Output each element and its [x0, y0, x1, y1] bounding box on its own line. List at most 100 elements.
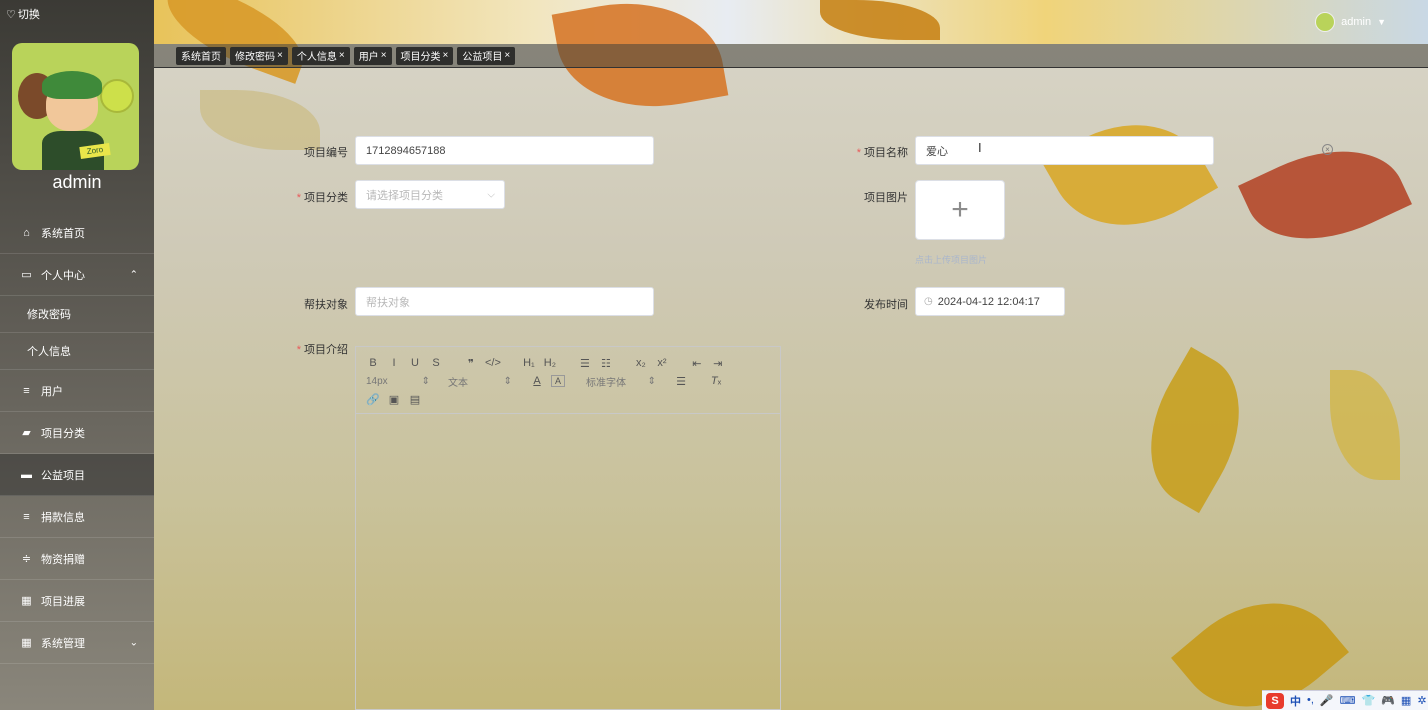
ime-tool-icon[interactable]: 🎮: [1381, 694, 1395, 707]
intro-label: 项目介绍: [268, 341, 348, 357]
font-size-select[interactable]: 14px ⇕: [366, 376, 430, 387]
text-cursor-icon: I: [978, 140, 982, 155]
list-icon: ≡: [23, 384, 30, 397]
editor-tool-icon[interactable]: ▤: [408, 393, 422, 406]
clock-icon: ◷: [924, 296, 933, 307]
category-placeholder: 请选择项目分类: [366, 189, 443, 202]
target-placeholder: 帮扶对象: [366, 296, 410, 309]
tab-1[interactable]: 修改密码 ×: [230, 46, 288, 65]
background-color-icon[interactable]: A: [551, 375, 565, 387]
tab-label: 项目分类: [400, 52, 441, 63]
sidebar-item-label: 修改密码: [27, 309, 71, 321]
list-icon: ≡: [23, 510, 30, 523]
editor-tool-icon[interactable]: ▣: [387, 393, 401, 406]
editor-tool-icon[interactable]: I: [387, 357, 401, 369]
sidebar-item-5[interactable]: ▰ 项目分类: [0, 412, 154, 454]
tab-0[interactable]: 系统首页: [176, 46, 226, 65]
tab-label: 系统首页: [181, 52, 221, 63]
header: admin ▼: [154, 0, 1428, 44]
ime-toolbar: S 中 •, 🎤 ⌨ 👕 🎮 ▦ ✲: [1262, 690, 1428, 710]
editor-tool-icon[interactable]: ❞: [464, 357, 478, 370]
upload-tip: 点击上传项目图片: [915, 255, 988, 265]
close-icon[interactable]: ×: [277, 50, 283, 61]
ime-tool-icon[interactable]: ✲: [1417, 694, 1426, 707]
project-no-value: 1712894657188: [366, 144, 446, 157]
editor-content[interactable]: [356, 414, 780, 710]
home-icon: ⌂: [23, 226, 30, 239]
close-icon[interactable]: ×: [504, 50, 510, 61]
sidebar-item-8[interactable]: ≑ 物资捐赠: [0, 538, 154, 580]
sidebar-item-3[interactable]: 个人信息: [0, 333, 154, 370]
tab-4[interactable]: 项目分类 ×: [395, 46, 454, 65]
image-upload-button[interactable]: +: [915, 180, 1005, 240]
close-icon[interactable]: ×: [381, 50, 387, 61]
tab-label: 个人信息: [296, 52, 337, 63]
ime-tool-icon[interactable]: •,: [1307, 694, 1314, 707]
sidebar-item-10[interactable]: ▦ 系统管理 ⌄: [0, 622, 154, 664]
editor-tool-icon[interactable]: H₂: [543, 357, 557, 369]
editor-tool-icon[interactable]: </>: [485, 357, 501, 369]
ime-tool-icon[interactable]: ⌨: [1340, 694, 1356, 707]
grid-icon: ▦: [21, 595, 32, 607]
editor-tool-icon[interactable]: x²: [655, 357, 669, 369]
ime-lang[interactable]: 中: [1290, 693, 1301, 709]
target-input[interactable]: 帮扶对象: [355, 287, 654, 316]
tab-2[interactable]: 个人信息 ×: [291, 46, 350, 65]
ime-tool-icon[interactable]: ▦: [1401, 694, 1411, 707]
sidebar-item-label: 用户: [41, 385, 63, 398]
sidebar-item-6[interactable]: ▬ 公益项目: [0, 454, 154, 496]
align-icon[interactable]: ☰: [674, 375, 688, 388]
editor-tool-icon[interactable]: S: [429, 357, 443, 369]
font-family-select[interactable]: 标准字体 ⇕: [586, 374, 656, 389]
publish-time-picker[interactable]: ◷ 2024-04-12 12:04:17: [915, 287, 1065, 316]
plus-icon: +: [951, 193, 969, 226]
editor-tool-icon[interactable]: x₂: [634, 357, 648, 369]
sidebar-item-label: 项目进展: [41, 595, 85, 608]
close-icon[interactable]: ×: [443, 50, 449, 61]
clear-circle-icon[interactable]: ×: [1322, 144, 1333, 155]
switch-theme-button[interactable]: ♡ 切换: [6, 6, 40, 22]
caret-down-icon: ▼: [1377, 17, 1386, 27]
chevron-icon: ⌄: [129, 637, 138, 648]
target-label: 帮扶对象: [304, 299, 348, 311]
tabs-bar: 系统首页 修改密码 × 个人信息 × 用户 × 项目分类 × 公益项目 ×: [154, 44, 1428, 68]
sidebar-item-9[interactable]: ▦ 项目进展: [0, 580, 154, 622]
category-select[interactable]: 请选择项目分类 ⌵: [355, 180, 505, 209]
editor-tool-icon[interactable]: ⇤: [690, 357, 704, 370]
ime-tool-icon[interactable]: 🎤: [1320, 694, 1334, 707]
sidebar-item-label: 项目分类: [41, 427, 85, 440]
ime-tool-icon[interactable]: 👕: [1362, 694, 1376, 707]
tab-5[interactable]: 公益项目 ×: [457, 46, 516, 65]
sidebar-item-2[interactable]: 修改密码: [0, 296, 154, 333]
editor-tool-icon[interactable]: 🔗: [366, 393, 380, 406]
editor-tool-icon[interactable]: B: [366, 357, 380, 369]
rich-text-editor: B I U S ❞ </> H₁ H₂ ☰ ☷ x₂ x² ⇤ ⇥ 14px ⇕ 文本 ⇕ A A 标准字体 ⇕…: [355, 346, 781, 710]
clear-format-icon[interactable]: Tₓ: [709, 375, 723, 387]
editor-tool-icon[interactable]: ☷: [599, 357, 613, 370]
publish-time-label: 发布时间: [864, 299, 908, 311]
sidebar-item-label: 捐款信息: [41, 511, 85, 524]
sidebar-item-1[interactable]: ▭ 个人中心 ⌃: [0, 254, 154, 296]
text-type-select[interactable]: 文本 ⇕: [448, 374, 512, 389]
user-dropdown[interactable]: admin ▼: [1315, 12, 1386, 32]
sidebar-item-4[interactable]: ≡ 用户: [0, 370, 154, 412]
editor-tool-icon[interactable]: ⇥: [711, 357, 725, 370]
sidebar-item-label: 系统管理: [41, 637, 85, 650]
sidebar-item-7[interactable]: ≡ 捐款信息: [0, 496, 154, 538]
font-color-icon[interactable]: A: [530, 375, 544, 387]
editor-tool-icon[interactable]: H₁: [522, 357, 536, 369]
sidebar: ♡ 切换 Zoro admin ⌂ 系统首页 ▭ 个人中心 ⌃ 修改密码 个人信息 ≡ 用户 ▰ 项…: [0, 0, 154, 710]
close-icon[interactable]: ×: [339, 50, 345, 61]
sidebar-item-label: 个人信息: [27, 346, 71, 358]
editor-tool-icon[interactable]: ☰: [578, 357, 592, 370]
chevron-icon: ⌃: [129, 269, 138, 280]
sidebar-item-label: 系统首页: [41, 227, 85, 240]
sidebar-item-0[interactable]: ⌂ 系统首页: [0, 212, 154, 254]
tab-3[interactable]: 用户 ×: [353, 46, 392, 65]
editor-tool-icon[interactable]: U: [408, 357, 422, 369]
project-name-value: 爱心: [926, 145, 948, 158]
tab-label: 用户: [358, 52, 379, 63]
project-no-input[interactable]: 1712894657188: [355, 136, 654, 165]
sidebar-item-label: 个人中心: [41, 269, 85, 282]
project-name-input[interactable]: 爱心 I: [915, 136, 1214, 165]
